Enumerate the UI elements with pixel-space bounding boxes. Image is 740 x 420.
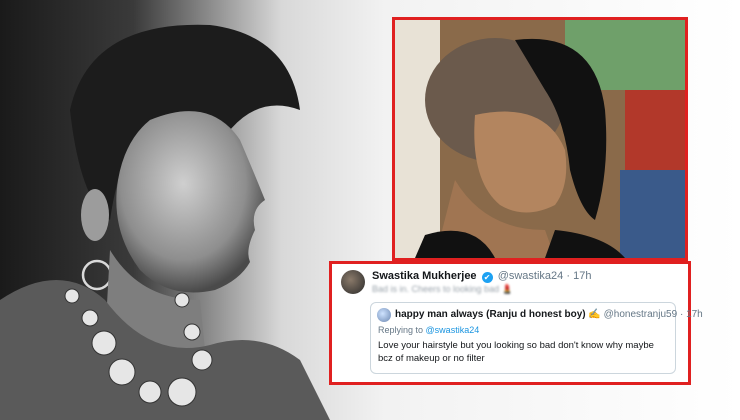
quoted-tweet-header: happy man always (Ranju d honest boy) ✍ … xyxy=(395,309,703,320)
avatar[interactable] xyxy=(341,270,365,294)
quoted-author-handle[interactable]: @honestranju59 xyxy=(604,309,678,320)
quoted-author-name[interactable]: happy man always (Ranju d honest boy) xyxy=(395,309,586,320)
replying-to-handle-link[interactable]: @swastika24 xyxy=(426,325,480,335)
replying-to: Replying to @swastika24 xyxy=(378,325,479,335)
quoted-tweet[interactable]: happy man always (Ranju d honest boy) ✍ … xyxy=(370,302,703,374)
tweet-text: Bad is in. Cheers to looking bad 💄 xyxy=(372,284,513,294)
tweet-header: Swastika Mukherjee ✔ @swastika24 · 17h xyxy=(372,270,591,283)
quoted-tweet-text: Love your hairstyle but you looking so b… xyxy=(378,340,654,364)
shaved-head-photo xyxy=(392,17,688,261)
tweet-author-name[interactable]: Swastika Mukherjee xyxy=(372,270,477,282)
writing-hand-emoji-icon: ✍ xyxy=(588,309,601,320)
replying-to-prefix: Replying to xyxy=(378,325,424,335)
quoted-time[interactable]: 17h xyxy=(686,309,703,320)
tweet-separator: · xyxy=(566,270,571,282)
verified-badge-icon: ✔ xyxy=(481,272,493,283)
quoted-avatar[interactable] xyxy=(377,308,391,322)
tweet-screenshot: Swastika Mukherjee ✔ @swastika24 · 17h B… xyxy=(329,261,703,385)
tweet-time[interactable]: 17h xyxy=(573,270,591,282)
tweet-author-handle[interactable]: @swastika24 xyxy=(498,270,564,282)
quoted-separator: · xyxy=(679,309,684,320)
